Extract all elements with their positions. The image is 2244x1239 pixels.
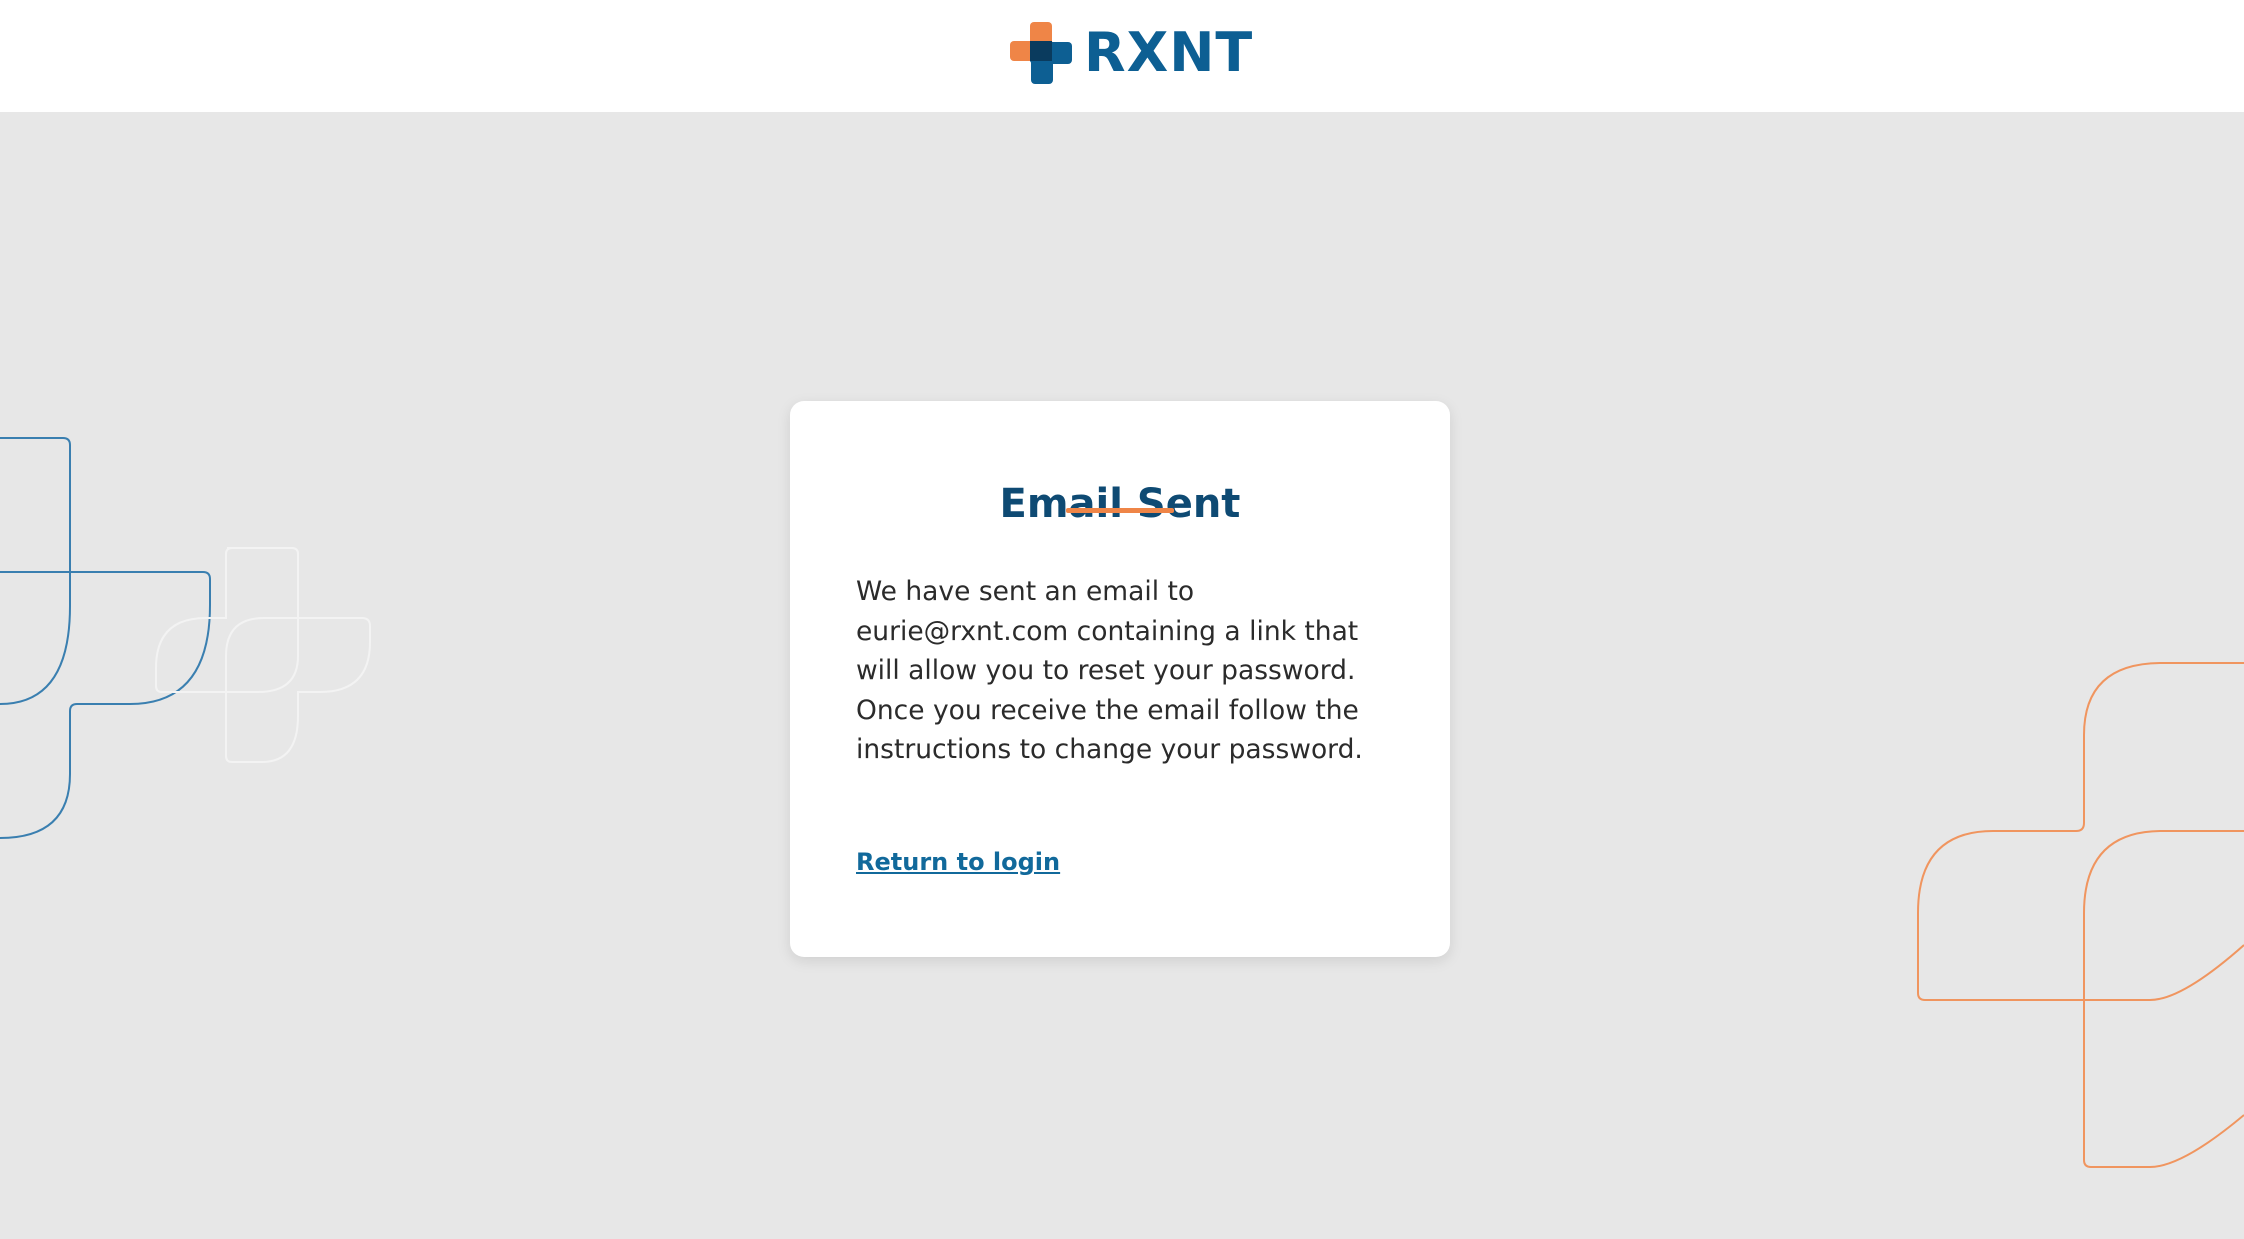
return-to-login-link[interactable]: Return to login xyxy=(856,845,1060,879)
rxnt-logo: RXNT xyxy=(1010,22,1253,84)
rxnt-cross-logo-icon xyxy=(1010,22,1072,84)
top-bar: RXNT xyxy=(0,0,2244,112)
blue-cross-outline-decoration xyxy=(0,437,371,839)
email-sent-message: We have sent an email to eurie@rxnt.com … xyxy=(856,576,1363,765)
title-underline xyxy=(1066,508,1174,513)
brand-name: RXNT xyxy=(1084,21,1254,84)
orange-cross-outline-decoration xyxy=(1917,662,2244,1168)
card-title: Email Sent xyxy=(999,480,1241,527)
email-sent-card: Email Sent We have sent an email to euri… xyxy=(790,401,1450,957)
